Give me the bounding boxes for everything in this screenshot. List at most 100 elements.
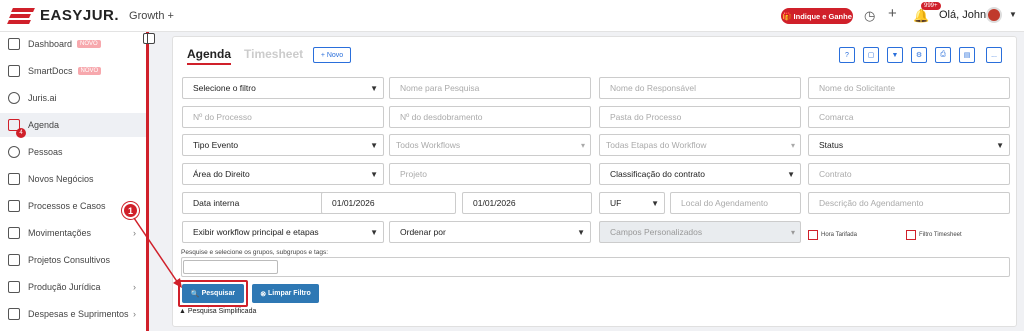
- notification-badge: 999+: [921, 2, 941, 10]
- desdobramento-input[interactable]: Nº do desdobramento: [389, 106, 591, 128]
- sidebar-item-label: Movimentações: [28, 228, 92, 238]
- agenda-count-badge: 4: [16, 128, 26, 138]
- field-value: Selecione o filtro: [193, 83, 256, 93]
- field-value: Área do Direito: [193, 169, 250, 179]
- export-icon[interactable]: ▤: [959, 47, 975, 63]
- pasta-input[interactable]: Pasta do Processo: [599, 106, 801, 128]
- bell-icon[interactable]: 🔔: [913, 8, 929, 24]
- tags-field[interactable]: [181, 257, 1010, 277]
- field-value: Campos Personalizados: [610, 227, 703, 237]
- avatar[interactable]: [986, 7, 1002, 23]
- clock-icon[interactable]: ◷: [864, 8, 875, 24]
- ordenar-select[interactable]: Ordenar por ▼: [389, 221, 591, 243]
- new-button[interactable]: + Novo: [313, 47, 351, 63]
- chevron-down-icon: ▼: [651, 198, 659, 208]
- tipo-evento-select[interactable]: Tipo Evento ▼: [182, 134, 384, 156]
- hora-tarifada-checkbox[interactable]: Hora Tarifada: [808, 230, 857, 240]
- contrato-input[interactable]: Contrato: [808, 163, 1010, 185]
- tags-input[interactable]: [183, 260, 278, 274]
- tab-timesheet[interactable]: Timesheet: [244, 47, 303, 61]
- top-bar: EASYJUR. Growth + 🎁 Indique e Ganhe ◷ + …: [0, 0, 1024, 32]
- search-icon: 🔍: [190, 290, 202, 298]
- area-direito-select[interactable]: Área do Direito ▼: [182, 163, 384, 185]
- classificacao-select[interactable]: Classificação do contrato ▼: [599, 163, 801, 185]
- filter-icon[interactable]: ▼: [887, 47, 903, 63]
- chevron-down-icon[interactable]: ▼: [1009, 10, 1017, 19]
- easyjur-logo-icon: [7, 7, 35, 24]
- sidebar-item-pessoas[interactable]: Pessoas: [0, 140, 146, 164]
- button-label: Limpar Filtro: [268, 290, 311, 297]
- sidebar-item-producao[interactable]: Produção Jurídica ›: [0, 275, 146, 299]
- settings-icon[interactable]: ⚙: [911, 47, 927, 63]
- document-icon: [8, 65, 20, 77]
- field-value: Exibir workflow principal e etapas: [193, 227, 319, 237]
- data-inicio-input[interactable]: 01/01/2026: [321, 192, 456, 214]
- sidebar-item-smartdocs[interactable]: SmartDocs NOVO: [0, 59, 146, 83]
- tab-agenda[interactable]: Agenda: [187, 47, 232, 65]
- chevron-right-icon: ›: [133, 228, 136, 238]
- filter-select[interactable]: Selecione o filtro ▼: [182, 77, 384, 99]
- uf-select[interactable]: UF ▼: [599, 192, 665, 214]
- home-icon: [8, 38, 20, 50]
- cart-icon: [8, 308, 20, 320]
- sidebar-item-label: Pessoas: [28, 147, 63, 157]
- ai-icon: [8, 92, 20, 104]
- sidebar-item-dashboard[interactable]: Dashboard NOVO: [0, 32, 146, 56]
- field-value: Tipo Evento: [193, 140, 239, 150]
- descricao-input[interactable]: Descrição do Agendamento: [808, 192, 1010, 214]
- sidebar-item-novos-negocios[interactable]: Novos Negócios: [0, 167, 146, 191]
- indique-label: Indique e Ganhe: [793, 11, 852, 21]
- chevron-down-icon: ▼: [370, 83, 378, 93]
- simplified-search-link[interactable]: ▲ Pesquisa Simplificada: [179, 308, 256, 315]
- search-button[interactable]: 🔍 Pesquisar: [182, 284, 244, 303]
- field-value: Data interna: [193, 198, 240, 208]
- annotation-line: [146, 32, 149, 331]
- chevron-down-icon: ▼: [370, 169, 378, 179]
- logo[interactable]: EASYJUR. Growth +: [7, 7, 174, 24]
- sidebar-item-movimentacoes[interactable]: Movimentações ›: [0, 221, 146, 245]
- button-label: Pesquisar: [201, 290, 236, 297]
- new-badge: NOVO: [77, 40, 101, 48]
- sidebar-item-despesas[interactable]: Despesas e Suprimentos ›: [0, 302, 146, 326]
- chevron-down-icon: ▼: [577, 227, 585, 237]
- sidebar-toggle-icon[interactable]: [143, 33, 155, 44]
- chevron-down-icon: ▼: [370, 140, 378, 150]
- sidebar-item-jurisai[interactable]: Juris.ai: [0, 86, 146, 110]
- field-value: Classificação do contrato: [610, 169, 705, 179]
- new-badge: NOVO: [77, 67, 102, 75]
- workflow-exibir-select[interactable]: Exibir workflow principal e etapas ▼: [182, 221, 384, 243]
- handshake-icon: [8, 173, 20, 185]
- indique-button[interactable]: 🎁 Indique e Ganhe: [781, 8, 853, 24]
- filtro-timesheet-checkbox[interactable]: Filtro Timesheet: [906, 230, 962, 240]
- nome-pesquisa-input[interactable]: Nome para Pesquisa: [389, 77, 591, 99]
- link-label: Pesquisa Simplificada: [187, 308, 257, 315]
- status-select[interactable]: Status ▼: [808, 134, 1010, 156]
- step-marker: 1: [122, 202, 139, 219]
- local-input[interactable]: Local do Agendamento: [670, 192, 801, 214]
- chevron-down-icon: ▾: [580, 140, 585, 150]
- sidebar-item-label: Processos e Casos: [28, 201, 106, 211]
- clear-icon: ⊗: [260, 290, 269, 298]
- sidebar-item-projetos[interactable]: Projetos Consultivos: [0, 248, 146, 272]
- clear-filter-button[interactable]: ⊗ Limpar Filtro: [252, 284, 319, 303]
- projeto-input[interactable]: Projeto: [389, 163, 591, 185]
- chevron-right-icon: ›: [133, 309, 136, 319]
- field-value: Todas Etapas do Workflow: [606, 140, 707, 150]
- plus-icon[interactable]: +: [888, 5, 897, 22]
- responsavel-input[interactable]: Nome do Responsável: [599, 77, 801, 99]
- comarca-input[interactable]: Comarca: [808, 106, 1010, 128]
- workflows-select[interactable]: Todos Workflows ▾: [389, 134, 591, 156]
- chevron-down-icon: ▼: [996, 140, 1004, 150]
- print-icon[interactable]: ⎙: [935, 47, 951, 63]
- help-icon[interactable]: ?: [839, 47, 855, 63]
- more-icon[interactable]: ...: [986, 47, 1002, 63]
- processo-input[interactable]: Nº do Processo: [182, 106, 384, 128]
- data-fim-input[interactable]: 01/01/2026: [462, 192, 592, 214]
- checkbox-box: [808, 230, 818, 240]
- etapas-select[interactable]: Todas Etapas do Workflow ▾: [599, 134, 801, 156]
- file-icon: [8, 281, 20, 293]
- chevron-right-icon: ›: [133, 282, 136, 292]
- solicitante-input[interactable]: Nome do Solicitante: [808, 77, 1010, 99]
- sidebar-item-label: Produção Jurídica: [28, 282, 101, 292]
- calendar-view-icon[interactable]: ▢: [863, 47, 879, 63]
